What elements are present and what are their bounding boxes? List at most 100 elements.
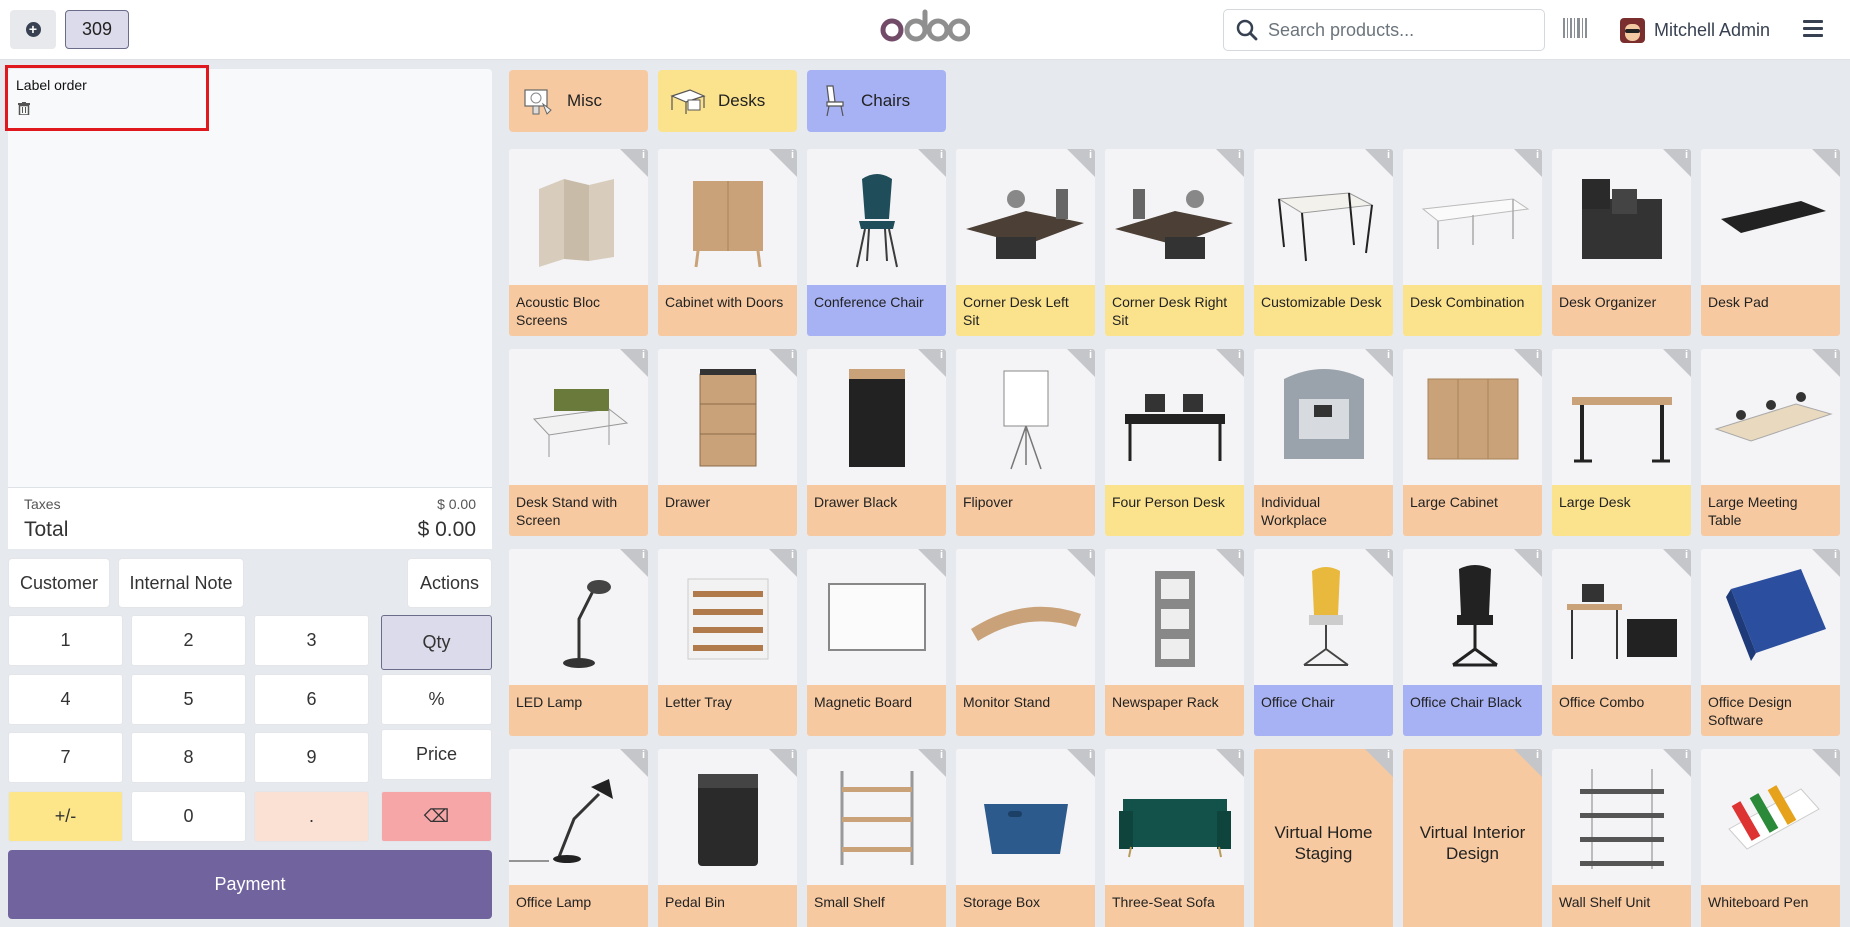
order-line-label[interactable]: Label order <box>5 65 209 131</box>
product-card[interactable]: LED Lamp i <box>509 549 648 736</box>
category-desks[interactable]: Desks <box>658 70 797 132</box>
product-card[interactable]: Desk Organizer i <box>1552 149 1691 336</box>
search-input[interactable] <box>1268 19 1518 41</box>
info-glyph: i <box>1088 749 1092 761</box>
product-card[interactable]: Office Combo i <box>1552 549 1691 736</box>
info-glyph: i <box>1684 149 1688 161</box>
total-value: $ 0.00 <box>417 518 476 541</box>
product-card[interactable]: Four Person Desk i <box>1105 349 1244 536</box>
category-chairs[interactable]: Chairs <box>807 70 946 132</box>
actions-button[interactable]: Actions <box>407 558 492 608</box>
info-glyph: i <box>641 749 645 761</box>
product-card[interactable]: Drawer Black i <box>807 349 946 536</box>
product-name: LED Lamp <box>509 685 648 736</box>
numpad-key-3[interactable]: 3 <box>254 615 369 666</box>
payment-button[interactable]: Payment <box>8 850 492 919</box>
odoo-logo <box>880 9 970 42</box>
product-card[interactable]: Drawer i <box>658 349 797 536</box>
info-glyph: i <box>1386 149 1390 161</box>
product-name: Office Design Software <box>1701 685 1840 736</box>
barcode-icon[interactable] <box>1563 18 1587 38</box>
product-card[interactable]: Large Desk i <box>1552 349 1691 536</box>
hamburger-menu-icon[interactable] <box>1803 20 1823 38</box>
info-glyph: i <box>1684 749 1688 761</box>
numpad-plusminus-button[interactable]: +/- <box>8 791 123 842</box>
info-glyph: i <box>1833 549 1837 561</box>
product-card[interactable]: Office Chair Black i <box>1403 549 1542 736</box>
product-card[interactable]: Wall Shelf Unit i <box>1552 749 1691 927</box>
product-card[interactable]: Office Design Software i <box>1701 549 1840 736</box>
trash-icon[interactable] <box>18 102 30 115</box>
numpad-key-2[interactable]: 2 <box>131 615 246 666</box>
product-card[interactable]: Flipover i <box>956 349 1095 536</box>
product-card[interactable]: Acoustic Bloc Screens i <box>509 149 648 336</box>
product-card[interactable]: Cabinet with Doors i <box>658 149 797 336</box>
product-card[interactable]: Pedal Bin i <box>658 749 797 927</box>
plus-circle-icon: + <box>25 22 41 37</box>
order-tab[interactable]: 309 <box>65 10 129 49</box>
product-card[interactable]: Three-Seat Sofa i <box>1105 749 1244 927</box>
product-name: Desk Stand with Screen <box>509 485 648 536</box>
product-card[interactable]: Large Meeting Table i <box>1701 349 1840 536</box>
product-card[interactable]: Small Shelf i <box>807 749 946 927</box>
product-card[interactable]: Desk Stand with Screen i <box>509 349 648 536</box>
product-name: Acoustic Bloc Screens <box>509 285 648 336</box>
product-name: Letter Tray <box>658 685 797 736</box>
product-card[interactable]: Letter Tray i <box>658 549 797 736</box>
numpad-decimal-button[interactable]: . <box>254 791 369 842</box>
avatar <box>1620 17 1645 43</box>
numpad-price-button[interactable]: Price <box>381 729 492 780</box>
product-name: Office Chair Black <box>1403 685 1542 736</box>
user-name: Mitchell Admin <box>1654 19 1771 40</box>
product-name: Cabinet with Doors <box>658 285 797 336</box>
internal-note-button[interactable]: Internal Note <box>118 558 244 608</box>
product-card[interactable]: Corner Desk Left Sit i <box>956 149 1095 336</box>
product-name: Small Shelf <box>807 885 946 927</box>
info-glyph: i <box>1237 749 1241 761</box>
info-glyph: i <box>1088 549 1092 561</box>
product-card[interactable]: Monitor Stand i <box>956 549 1095 736</box>
numpad-key-9[interactable]: 9 <box>254 732 369 783</box>
order-totals: Taxes $ 0.00 Total $ 0.00 <box>8 487 492 549</box>
numpad-key-5[interactable]: 5 <box>131 674 246 725</box>
info-glyph: i <box>939 349 943 361</box>
product-card[interactable]: Corner Desk Right Sit i <box>1105 149 1244 336</box>
numpad-key-1[interactable]: 1 <box>8 615 123 666</box>
product-card[interactable]: Storage Box i <box>956 749 1095 927</box>
product-card[interactable]: Conference Chair i <box>807 149 946 336</box>
product-card[interactable]: Virtual Interior Design i <box>1403 749 1542 927</box>
info-glyph: i <box>1386 749 1390 761</box>
product-card[interactable]: Individual Workplace i <box>1254 349 1393 536</box>
product-card[interactable]: Large Cabinet i <box>1403 349 1542 536</box>
numpad-backspace-button[interactable]: ⌫ <box>381 791 492 842</box>
product-name: Corner Desk Right Sit <box>1105 285 1244 336</box>
product-card[interactable]: Newspaper Rack i <box>1105 549 1244 736</box>
numpad-key-8[interactable]: 8 <box>131 732 246 783</box>
product-card[interactable]: Desk Combination i <box>1403 149 1542 336</box>
user-menu[interactable]: Mitchell Admin <box>1620 16 1770 44</box>
product-card[interactable]: Magnetic Board i <box>807 549 946 736</box>
product-card[interactable]: Whiteboard Pen i <box>1701 749 1840 927</box>
customer-button[interactable]: Customer <box>8 558 110 608</box>
product-name: Large Desk <box>1552 485 1691 536</box>
product-name: Monitor Stand <box>956 685 1095 736</box>
info-glyph: i <box>1535 749 1539 761</box>
search-bar[interactable] <box>1223 9 1545 51</box>
numpad-qty-button[interactable]: Qty <box>381 615 492 670</box>
product-name: Whiteboard Pen <box>1701 885 1840 927</box>
desk-category-icon <box>670 89 706 114</box>
product-card[interactable]: Office Lamp i <box>509 749 648 927</box>
new-order-button[interactable]: + <box>10 10 56 49</box>
product-card[interactable]: Desk Pad i <box>1701 149 1840 336</box>
category-label: Chairs <box>861 91 911 110</box>
product-card[interactable]: Office Chair i <box>1254 549 1393 736</box>
product-card[interactable]: Customizable Desk i <box>1254 149 1393 336</box>
product-card[interactable]: Virtual Home Staging i <box>1254 749 1393 927</box>
product-name: Large Meeting Table <box>1701 485 1840 536</box>
numpad-key-0[interactable]: 0 <box>131 791 246 842</box>
numpad-key-4[interactable]: 4 <box>8 674 123 725</box>
numpad-percent-button[interactable]: % <box>381 674 492 725</box>
numpad-key-7[interactable]: 7 <box>8 732 123 783</box>
category-misc[interactable]: Misc <box>509 70 648 132</box>
numpad-key-6[interactable]: 6 <box>254 674 369 725</box>
